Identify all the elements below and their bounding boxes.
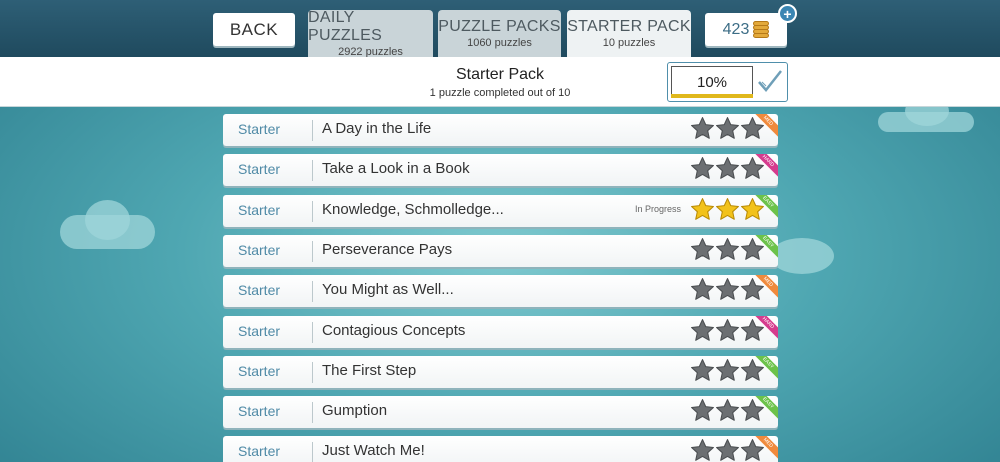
star-rating [690, 155, 765, 182]
cloud-decoration [770, 238, 834, 274]
star-empty-icon [691, 237, 714, 260]
tab-subtitle: 10 puzzles [602, 37, 656, 49]
tab-title: PUZZLE PACKS [438, 18, 561, 35]
puzzle-row[interactable]: Starter Knowledge, Schmolledge... In Progr… [223, 194, 778, 227]
star-filled-icon [691, 197, 714, 220]
puzzle-row[interactable]: Starter Take a Look in a Book HARD [223, 154, 778, 187]
checkmark-icon [758, 70, 782, 92]
puzzle-category: Starter [238, 201, 281, 218]
pack-progress-box: 10% [667, 62, 788, 102]
puzzle-category: Starter [238, 443, 281, 460]
star-empty-icon [691, 318, 714, 341]
star-empty-icon [691, 157, 714, 180]
row-divider [312, 160, 313, 182]
star-rating [690, 276, 765, 303]
row-divider [312, 442, 313, 462]
puzzle-name: Contagious Concepts [322, 321, 466, 339]
star-empty-icon [691, 117, 714, 139]
puzzle-row[interactable]: Starter Contagious Concepts HARD [223, 315, 778, 348]
coin-balance[interactable]: 423 [705, 13, 787, 46]
coin-count: 423 [722, 20, 750, 38]
star-empty-icon [716, 157, 739, 180]
puzzle-category: Starter [238, 403, 281, 420]
star-rating [690, 236, 765, 263]
puzzle-name: Just Watch Me! [322, 442, 425, 460]
star-rating [690, 357, 765, 384]
star-empty-icon [716, 278, 739, 300]
pack-title: Starter Pack [455, 66, 545, 83]
puzzle-row[interactable]: Starter Perseverance Pays EASY [223, 234, 778, 267]
star-filled-icon [716, 197, 739, 220]
puzzle-name: Take a Look in a Book [322, 160, 470, 178]
puzzle-name: Gumption [322, 402, 388, 420]
tab-subtitle: 1060 puzzles [467, 37, 532, 49]
cloud-decoration [85, 200, 130, 240]
puzzle-name: Perseverance Pays [322, 240, 453, 258]
row-divider [312, 281, 313, 303]
puzzle-category: Starter [238, 241, 281, 258]
coin-stack-icon [753, 20, 770, 39]
puzzle-row[interactable]: Starter You Might as Well... MED [223, 275, 778, 308]
star-empty-icon [716, 117, 739, 139]
star-rating [690, 196, 765, 223]
row-divider [312, 402, 313, 424]
star-rating [690, 115, 765, 142]
row-divider [312, 321, 313, 343]
puzzle-name: The First Step [322, 361, 417, 379]
row-divider [312, 240, 313, 262]
star-empty-icon [691, 358, 714, 381]
puzzle-row[interactable]: Starter A Day in the Life MED [223, 114, 778, 146]
tab-daily-puzzles[interactable]: DAILY PUZZLES 2922 puzzles [308, 9, 433, 58]
row-divider [312, 361, 313, 383]
star-empty-icon [691, 399, 714, 421]
star-rating [690, 437, 765, 462]
star-empty-icon [716, 358, 739, 381]
puzzle-status: In Progress [635, 203, 682, 214]
star-rating [690, 397, 765, 424]
puzzle-row[interactable]: Starter Gumption EASY [223, 396, 778, 429]
puzzle-category: Starter [238, 161, 281, 178]
star-rating [690, 317, 765, 344]
puzzle-category: Starter [238, 121, 281, 137]
back-button[interactable]: BACK [213, 13, 295, 46]
star-empty-icon [691, 439, 714, 462]
row-divider [312, 120, 313, 141]
row-divider [312, 200, 313, 222]
star-empty-icon [716, 399, 739, 421]
progress-bar [671, 94, 753, 98]
tab-starter-pack[interactable]: STARTER PACK 10 puzzles [567, 10, 691, 57]
puzzle-name: Knowledge, Schmolledge... [322, 200, 504, 218]
pack-header: Starter Pack 1 puzzle completed out of 1… [0, 57, 1000, 107]
puzzle-row[interactable]: Starter The First Step EASY [223, 355, 778, 388]
tab-title: DAILY PUZZLES [308, 9, 383, 44]
puzzle-name: A Day in the Life [322, 120, 432, 137]
puzzle-category: Starter [238, 362, 281, 379]
plus-icon[interactable]: + [778, 4, 797, 23]
puzzle-category: Starter [238, 322, 281, 339]
star-empty-icon [716, 237, 739, 260]
tab-title: STARTER PACK [567, 18, 691, 35]
tab-puzzle-packs[interactable]: PUZZLE PACKS 1060 puzzles [438, 10, 561, 57]
puzzle-name: You Might as Well... [322, 281, 454, 299]
puzzle-row[interactable]: Starter Just Watch Me! MED [223, 436, 778, 462]
star-empty-icon [716, 439, 739, 462]
star-empty-icon [691, 278, 714, 300]
pack-progress-text: 1 puzzle completed out of 10 [429, 87, 571, 99]
puzzle-category: Starter [238, 282, 281, 299]
star-empty-icon [716, 318, 739, 341]
